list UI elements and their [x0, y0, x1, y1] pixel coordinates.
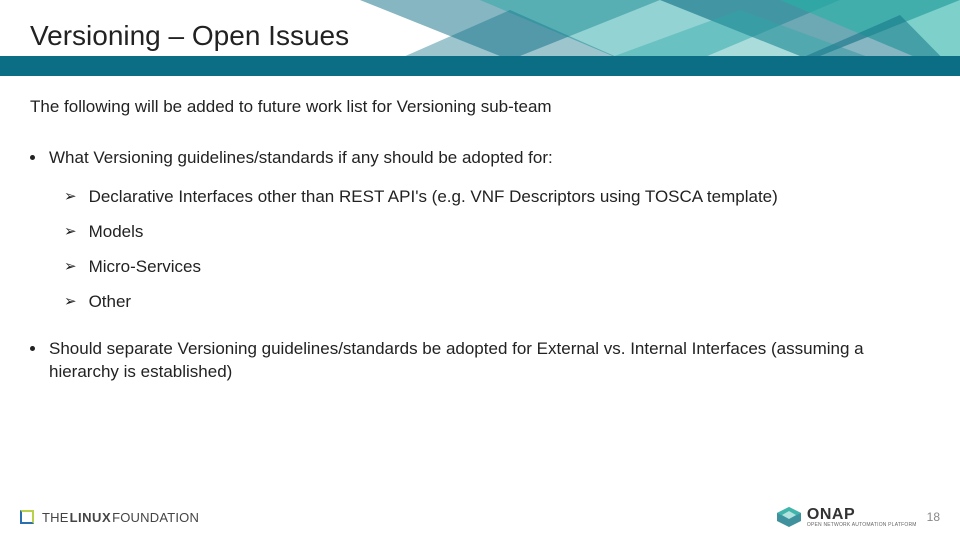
slide-content: The following will be added to future wo… [0, 76, 960, 384]
page-number: 18 [927, 510, 940, 524]
bullet-text: What Versioning guidelines/standards if … [49, 147, 553, 170]
footer-right: ONAP OPEN NETWORK AUTOMATION PLATFORM 18 [776, 506, 940, 528]
chevron-right-icon: ➢ [64, 291, 77, 314]
chevron-right-icon: ➢ [64, 256, 77, 279]
lf-text-linux: LINUX [70, 510, 112, 525]
chevron-right-icon: ➢ [64, 221, 77, 244]
bullet-text: Should separate Versioning guidelines/st… [49, 338, 930, 384]
slide-footer: THE LINUX FOUNDATION ONAP OPEN NETWORK A… [0, 500, 960, 540]
linux-foundation-logo: THE LINUX FOUNDATION [20, 510, 199, 525]
onap-subtitle: OPEN NETWORK AUTOMATION PLATFORM [807, 523, 917, 528]
page-title: Versioning – Open Issues [30, 20, 349, 52]
onap-name: ONAP [807, 507, 917, 523]
list-item: ➢ Models [64, 221, 930, 244]
onap-mark-icon [776, 506, 802, 528]
bullet-item: What Versioning guidelines/standards if … [30, 147, 930, 170]
sub-item-label: Other [89, 291, 132, 314]
bullet-item: Should separate Versioning guidelines/st… [30, 338, 930, 384]
slide-header: Versioning – Open Issues [0, 0, 960, 76]
sub-item-label: Declarative Interfaces other than REST A… [89, 186, 778, 209]
onap-logo: ONAP OPEN NETWORK AUTOMATION PLATFORM [776, 506, 917, 528]
list-item: ➢ Declarative Interfaces other than REST… [64, 186, 930, 209]
bullet-dot-icon [30, 155, 35, 160]
list-item: ➢ Micro-Services [64, 256, 930, 279]
sub-item-label: Micro-Services [89, 256, 201, 279]
lf-mark-icon [20, 510, 34, 524]
lf-text-foundation: FOUNDATION [112, 510, 199, 525]
onap-text: ONAP OPEN NETWORK AUTOMATION PLATFORM [807, 507, 917, 528]
chevron-right-icon: ➢ [64, 186, 77, 209]
intro-text: The following will be added to future wo… [30, 96, 930, 119]
lf-text-the: THE [42, 510, 69, 525]
list-item: ➢ Other [64, 291, 930, 314]
sub-list: ➢ Declarative Interfaces other than REST… [64, 186, 930, 314]
bullet-dot-icon [30, 346, 35, 351]
sub-item-label: Models [89, 221, 144, 244]
header-bar [0, 56, 960, 76]
